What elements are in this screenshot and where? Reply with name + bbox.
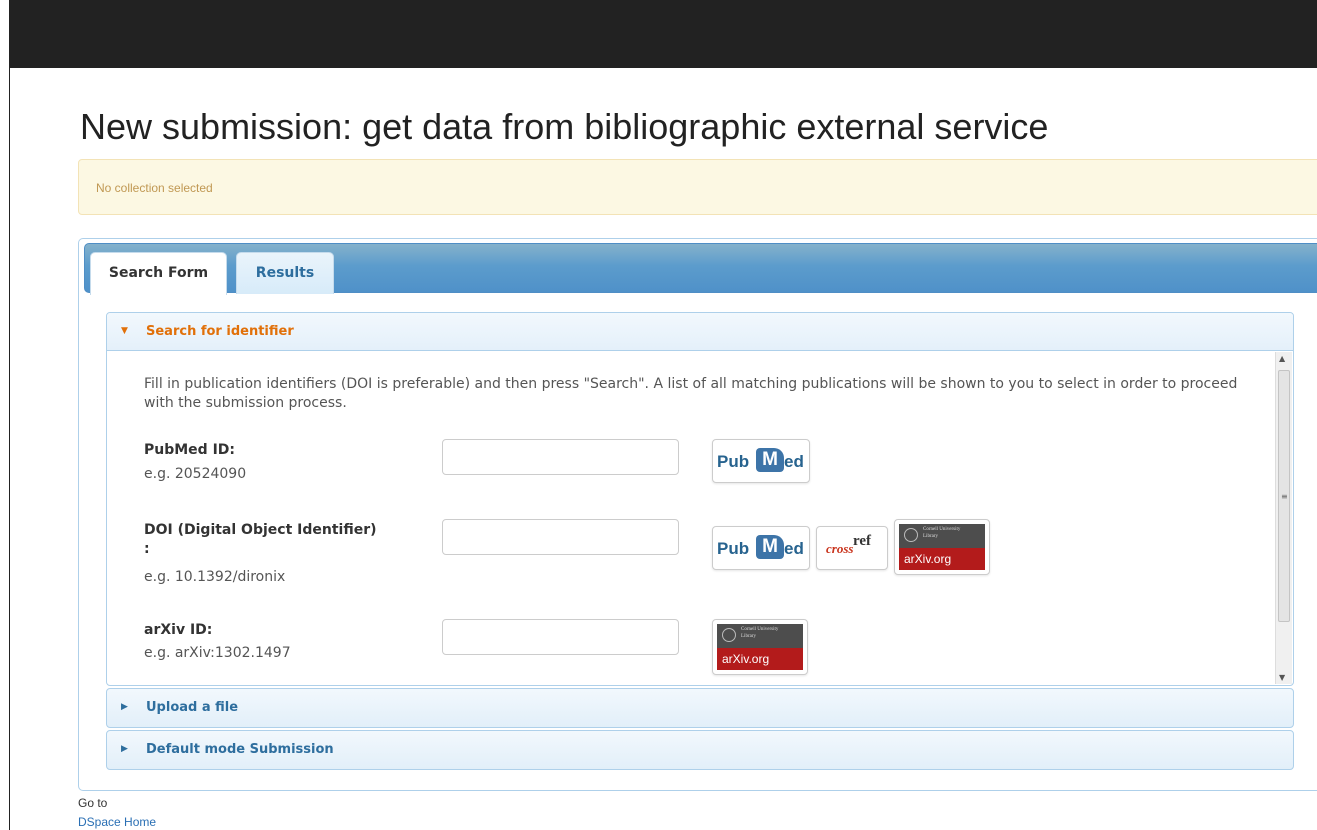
arxiv-id-input[interactable]: [442, 619, 679, 655]
arxiv-id-label: arXiv ID:: [144, 622, 213, 638]
pubmed-logo: Pub M ed: [712, 526, 810, 570]
warning-alert: No collection selected: [78, 159, 1317, 215]
submission-tabs-panel: Search Form Results ▼ Search for identif…: [78, 238, 1317, 791]
accordion-header-search-identifier[interactable]: ▼ Search for identifier: [107, 313, 1293, 351]
accordion-search-identifier: ▼ Search for identifier Fill in publicat…: [106, 312, 1294, 686]
vertical-scrollbar[interactable]: ▲ ≡ ▼: [1275, 352, 1292, 684]
triangle-right-icon: ▶: [121, 702, 128, 712]
doi-example: e.g. 10.1392/dironix: [144, 569, 286, 585]
doi-input[interactable]: [442, 519, 679, 555]
pubmed-logo: Pub M ed: [712, 439, 810, 483]
search-description: Fill in publication identifiers (DOI is …: [144, 376, 1238, 411]
arxiv-logo-site: arXiv.org: [717, 648, 803, 670]
dspace-home-link[interactable]: DSpace Home: [78, 815, 156, 829]
accordion-default-mode: ▶ Default mode Submission: [106, 730, 1294, 770]
arxiv-logo-university: Cornell University Library: [923, 527, 961, 539]
tab-search-form[interactable]: Search Form: [90, 252, 227, 295]
alert-text: No collection selected: [96, 181, 213, 195]
top-navbar: [10, 0, 1317, 68]
accordion-label: Search for identifier: [146, 324, 294, 339]
grip-icon: ≡: [1281, 492, 1288, 501]
page-title: New submission: get data from bibliograp…: [80, 106, 1049, 147]
arxiv-logo-site: arXiv.org: [899, 548, 985, 570]
accordion-header-default-mode[interactable]: ▶ Default mode Submission: [107, 731, 1293, 769]
arxiv-logo: Cornell University Library arXiv.org: [712, 619, 808, 675]
triangle-right-icon: ▶: [121, 744, 128, 754]
accordion-label: Upload a file: [146, 700, 239, 715]
tab-results[interactable]: Results: [236, 252, 334, 294]
accordion-header-upload-file[interactable]: ▶ Upload a file: [107, 689, 1293, 727]
scroll-up-icon[interactable]: ▲: [1279, 354, 1285, 363]
accordion-label: Default mode Submission: [146, 742, 334, 757]
arxiv-logo-header: Cornell University Library: [717, 624, 803, 648]
crossref-logo: cross ref: [816, 526, 888, 570]
pubmed-logo-text: Pub: [717, 452, 750, 471]
accordion-upload-file: ▶ Upload a file: [106, 688, 1294, 728]
pubmed-logo-m: M: [756, 448, 784, 472]
accordion-body-search-identifier: Fill in publication identifiers (DOI is …: [107, 351, 1293, 685]
doi-label: DOI (Digital Object Identifier) :: [144, 522, 377, 557]
pubmed-logo-m: M: [756, 535, 784, 559]
window-border: [0, 0, 10, 830]
pubmed-id-input[interactable]: [442, 439, 679, 475]
pubmed-id-example: e.g. 20524090: [144, 466, 247, 482]
footer-goto-text: Go to: [78, 796, 108, 810]
triangle-down-icon: ▼: [121, 326, 128, 336]
cornell-seal-icon: [722, 628, 736, 642]
arxiv-logo-university: Cornell University Library: [741, 627, 779, 639]
arxiv-id-example: e.g. arXiv:1302.1497: [144, 645, 291, 661]
pubmed-logo-ed: ed: [784, 539, 804, 558]
scrollbar-thumb[interactable]: ≡: [1278, 370, 1290, 622]
pubmed-id-label: PubMed ID:: [144, 442, 235, 458]
tab-bar: Search Form Results: [84, 243, 1317, 295]
pubmed-logo-ed: ed: [784, 452, 804, 471]
scroll-down-icon[interactable]: ▼: [1279, 673, 1285, 682]
cornell-seal-icon: [904, 528, 918, 542]
pubmed-logo-text: Pub: [717, 539, 750, 558]
crossref-logo-ref: ref: [853, 533, 872, 549]
crossref-logo-text: cross: [826, 541, 854, 556]
arxiv-logo-header: Cornell University Library: [899, 524, 985, 548]
arxiv-logo: Cornell University Library arXiv.org: [894, 519, 990, 575]
